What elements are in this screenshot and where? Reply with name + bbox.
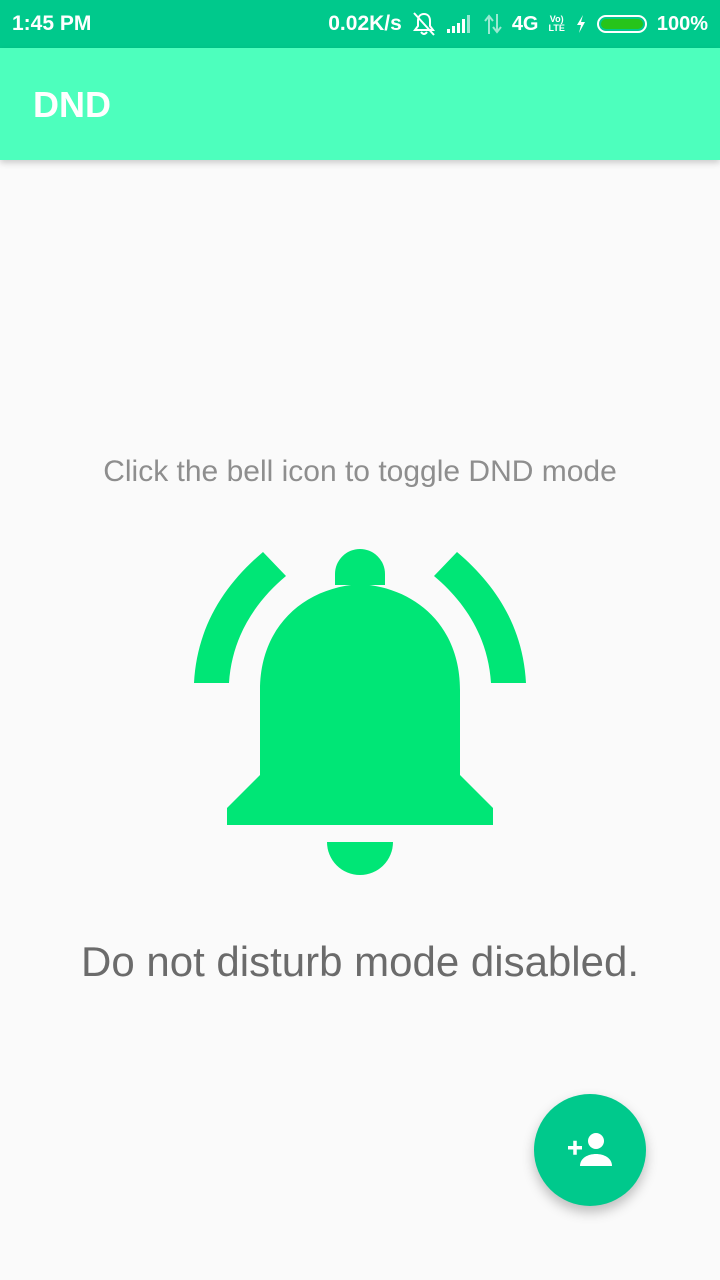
app-title: DND <box>33 84 111 125</box>
person-add-icon <box>568 1133 612 1166</box>
charging-icon <box>575 14 587 34</box>
dnd-toggle-bell-button[interactable] <box>190 545 530 880</box>
status-bar: 1:45 PM 0.02K/s 4G Vo) LTE 100% <box>0 0 720 48</box>
notifications-off-icon <box>412 11 436 37</box>
battery-icon <box>596 15 647 33</box>
notifications-active-icon <box>194 549 526 875</box>
app-root: 1:45 PM 0.02K/s 4G Vo) LTE 100% DND Clic… <box>0 0 720 1280</box>
dnd-status-text: Do not disturb mode disabled. <box>81 938 639 985</box>
data-arrows-icon <box>484 13 502 35</box>
signal-icon <box>446 14 474 34</box>
status-time: 1:45 PM <box>12 12 92 35</box>
network-speed: 0.02K/s <box>328 12 402 35</box>
status-indicators: 0.02K/s 4G Vo) LTE 100% <box>328 10 708 38</box>
battery-percent: 100% <box>656 12 708 35</box>
app-bar: DND <box>0 48 720 160</box>
volte-indicator: Vo) LTE <box>549 15 565 33</box>
volte-bottom: LTE <box>548 23 565 33</box>
add-person-fab[interactable] <box>534 1094 646 1206</box>
battery-fill <box>600 19 643 29</box>
network-type: 4G <box>511 12 539 35</box>
hint-text: Click the bell icon to toggle DND mode <box>103 455 617 488</box>
